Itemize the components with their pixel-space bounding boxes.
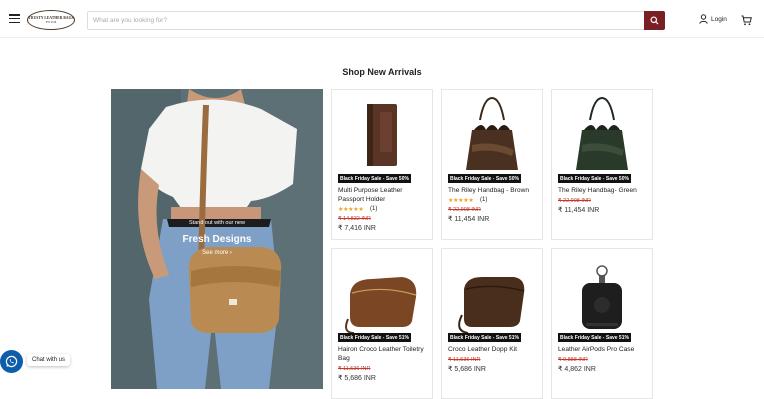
brand-logo[interactable]: TRUSTY LEATHER BAGS EST 2016 <box>27 10 75 30</box>
sale-badge: Black Friday Sale - Save 51% <box>558 333 631 342</box>
sale-price: ₹ 5,686 INR <box>448 366 486 373</box>
sale-badge: Black Friday Sale - Save 51% <box>338 333 411 342</box>
search-input[interactable] <box>88 12 644 29</box>
sale-price: ₹ 5,686 INR <box>338 375 376 382</box>
menu-icon[interactable] <box>9 14 20 24</box>
site-header: TRUSTY LEATHER BAGS EST 2016 Login <box>0 0 764 38</box>
product-card[interactable]: Black Friday Sale - Save 50% The Riley H… <box>441 89 543 240</box>
product-card[interactable]: Black Friday Sale - Save 51% Leather Air… <box>551 248 653 399</box>
user-icon <box>699 14 708 24</box>
product-image <box>576 96 628 170</box>
review-count: (1) <box>370 206 378 212</box>
product-name[interactable]: Multi Purpose Leather Passport Holder <box>338 187 430 204</box>
original-price: ₹ 9,888 INR <box>558 357 588 363</box>
sale-badge: Black Friday Sale - Save 50% <box>448 174 521 183</box>
product-card[interactable]: Black Friday Sale - Save 50% Multi Purpo… <box>331 89 433 240</box>
hero-banner[interactable]: Stand out with our new Fresh Designs See… <box>111 89 323 389</box>
search-icon <box>650 16 659 25</box>
sale-price: ₹ 11,454 INR <box>558 207 600 214</box>
product-card[interactable]: Black Friday Sale - Save 51% Croco Leath… <box>441 248 543 399</box>
product-name[interactable]: The Riley Handbag - Brown <box>448 187 540 196</box>
sale-badge: Black Friday Sale - Save 50% <box>338 174 411 183</box>
whatsapp-icon <box>5 355 18 368</box>
search-bar <box>87 11 665 30</box>
login-link[interactable]: Login <box>699 14 727 24</box>
rating-stars: ★★★★★ <box>448 198 474 204</box>
product-card[interactable]: Black Friday Sale - Save 50% The Riley H… <box>551 89 653 240</box>
original-price: ₹ 11,536 INR <box>338 366 371 372</box>
cart-icon <box>741 15 752 26</box>
hero-eyebrow: Stand out with our new <box>189 220 245 226</box>
chat-button[interactable] <box>0 350 23 373</box>
original-price: ₹ 11,536 INR <box>448 357 481 363</box>
product-name[interactable]: Leather AirPods Pro Case <box>558 346 650 355</box>
review-count: (1) <box>480 197 488 203</box>
sale-price: ₹ 11,454 INR <box>448 216 490 223</box>
chat-widget: Chat with us <box>0 350 76 374</box>
sale-badge: Black Friday Sale - Save 51% <box>448 333 521 342</box>
product-name[interactable]: Croco Leather Dopp Kit <box>448 346 540 355</box>
cart-button[interactable] <box>741 13 752 31</box>
product-image <box>367 104 397 166</box>
login-label: Login <box>711 15 727 23</box>
see-more-link[interactable]: See more › <box>111 250 323 256</box>
original-price: ₹ 14,832 INR <box>338 216 371 222</box>
product-image <box>458 277 525 334</box>
product-name[interactable]: The Riley Handbag- Green <box>558 187 650 196</box>
logo-text: TRUSTY LEATHER BAGS <box>28 16 74 20</box>
original-price: ₹ 22,908 INR <box>558 198 591 204</box>
logo-subtext: EST 2016 <box>45 21 57 24</box>
hero-headline: Fresh Designs <box>182 234 252 245</box>
product-image <box>345 277 417 334</box>
search-button[interactable] <box>644 11 665 30</box>
sale-badge: Black Friday Sale - Save 50% <box>558 174 631 183</box>
original-price: ₹ 22,908 INR <box>448 207 481 213</box>
sale-price: ₹ 4,862 INR <box>558 366 596 373</box>
product-image <box>466 96 518 170</box>
product-card[interactable]: Black Friday Sale - Save 51% Hairon Croc… <box>331 248 433 399</box>
chat-label[interactable]: Chat with us <box>27 354 71 366</box>
rating-stars: ★★★★★ <box>338 207 364 213</box>
product-image <box>582 265 622 329</box>
sale-price: ₹ 7,416 INR <box>338 225 376 232</box>
product-name[interactable]: Hairon Croco Leather Toiletry Bag <box>338 346 430 363</box>
section-title: Shop New Arrivals <box>342 67 422 77</box>
